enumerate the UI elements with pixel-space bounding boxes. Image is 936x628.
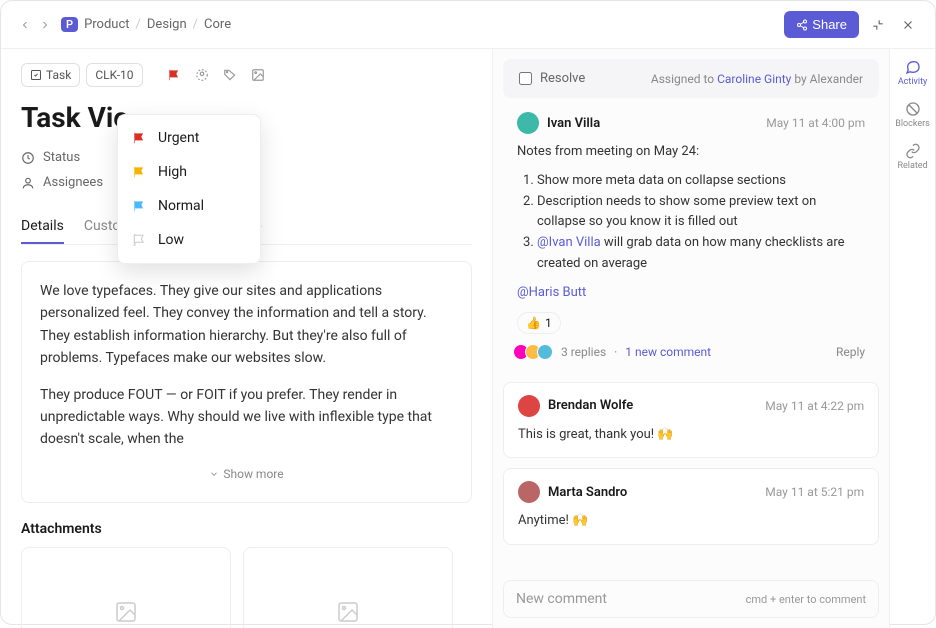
assignee-icon[interactable] [191, 64, 213, 86]
rail-activity[interactable]: Activity [898, 59, 927, 87]
replies-count[interactable]: 3 replies [561, 345, 606, 359]
project-badge: P [61, 17, 78, 32]
topbar: P Product / Design / Core Share [1, 1, 935, 49]
attachment-placeholder[interactable] [21, 547, 231, 628]
comment-time: May 11 at 5:21 pm [765, 485, 864, 499]
priority-option-high[interactable]: High [118, 155, 260, 189]
avatar[interactable] [518, 395, 540, 417]
comment-body: This is great, thank you! 🙌 [518, 425, 864, 446]
collapse-icon[interactable] [867, 14, 889, 36]
comments-pane: Resolve Assigned to Caroline Ginty by Al… [492, 49, 889, 628]
replies-row: 3 replies · 1 new comment Reply [517, 344, 865, 360]
share-button[interactable]: Share [784, 11, 859, 38]
resolve-checkbox[interactable] [519, 72, 532, 85]
comment-author[interactable]: Brendan Wolfe [548, 398, 633, 413]
priority-option-normal[interactable]: Normal [118, 189, 260, 223]
list-item: Show more meta data on collapse sections [537, 171, 865, 192]
mention-link[interactable]: @Ivan Villa [537, 235, 601, 250]
description-paragraph: We love typefaces. They give our sites a… [40, 280, 453, 370]
new-comment-input[interactable]: New comment cmd + enter to comment [503, 580, 879, 618]
comment-author[interactable]: Marta Sandro [548, 485, 627, 500]
comment-time: May 11 at 4:00 pm [766, 116, 865, 130]
comment: Marta Sandro May 11 at 5:21 pm Anytime! … [503, 468, 879, 545]
task-type-chip[interactable]: Task [21, 63, 80, 87]
reply-button[interactable]: Reply [836, 345, 865, 359]
tab-custom[interactable]: Custo [84, 210, 120, 244]
rail-related[interactable]: Related [897, 143, 927, 171]
comment: Ivan Villa May 11 at 4:00 pm Notes from … [503, 108, 879, 372]
list-item: Description needs to show some preview t… [537, 192, 865, 234]
breadcrumb-part[interactable]: Product [84, 17, 129, 32]
description-paragraph: They produce FOUT — or FOIT if you prefe… [40, 384, 453, 451]
keyboard-hint: cmd + enter to comment [746, 593, 866, 606]
attachment-placeholder[interactable] [243, 547, 453, 628]
show-more-button[interactable]: Show more [40, 465, 453, 484]
nav-forward-icon[interactable] [37, 17, 53, 33]
comment-body: Anytime! 🙌 [518, 511, 864, 532]
tab-details[interactable]: Details [21, 210, 64, 244]
comment-body: Notes from meeting on May 24: Show more … [517, 142, 865, 304]
priority-menu: Urgent High Normal Low [117, 114, 261, 264]
nav-back-icon[interactable] [17, 17, 33, 33]
breadcrumb[interactable]: P Product / Design / Core [61, 17, 231, 32]
assignee-link[interactable]: Caroline Ginty [717, 72, 791, 86]
priority-option-low[interactable]: Low [118, 223, 260, 257]
breadcrumb-part[interactable]: Design [147, 17, 187, 32]
comment-author[interactable]: Ivan Villa [547, 116, 600, 131]
resolve-bar: Resolve Assigned to Caroline Ginty by Al… [503, 59, 879, 98]
task-id-chip[interactable]: CLK-10 [86, 63, 142, 87]
tag-icon[interactable] [219, 64, 241, 86]
mention-link[interactable]: @Haris Butt [517, 285, 586, 300]
breadcrumb-part[interactable]: Core [204, 17, 231, 32]
resolve-label: Resolve [540, 71, 585, 86]
attachments-heading: Attachments [21, 521, 472, 537]
description-box[interactable]: We love typefaces. They give our sites a… [21, 261, 472, 503]
priority-flag-icon[interactable] [163, 64, 185, 86]
assigned-to-text: Assigned to Caroline Ginty by Alexander [651, 72, 863, 86]
avatar[interactable] [518, 481, 540, 503]
right-rail: Activity Blockers Related [889, 49, 935, 628]
reply-avatars[interactable] [517, 344, 553, 360]
image-icon[interactable] [247, 64, 269, 86]
priority-option-urgent[interactable]: Urgent [118, 121, 260, 155]
close-icon[interactable] [897, 14, 919, 36]
rail-blockers[interactable]: Blockers [895, 101, 930, 129]
comment: Brendan Wolfe May 11 at 4:22 pm This is … [503, 382, 879, 459]
task-detail-pane: Task CLK-10 Task Vie Status Assignees Ur… [1, 49, 492, 628]
list-item: @Ivan Villa will grab data on how many c… [537, 233, 865, 275]
avatar[interactable] [517, 112, 539, 134]
comment-time: May 11 at 4:22 pm [765, 399, 864, 413]
new-comment-count[interactable]: 1 new comment [625, 345, 711, 359]
reaction-button[interactable]: 👍 1 [517, 312, 561, 334]
